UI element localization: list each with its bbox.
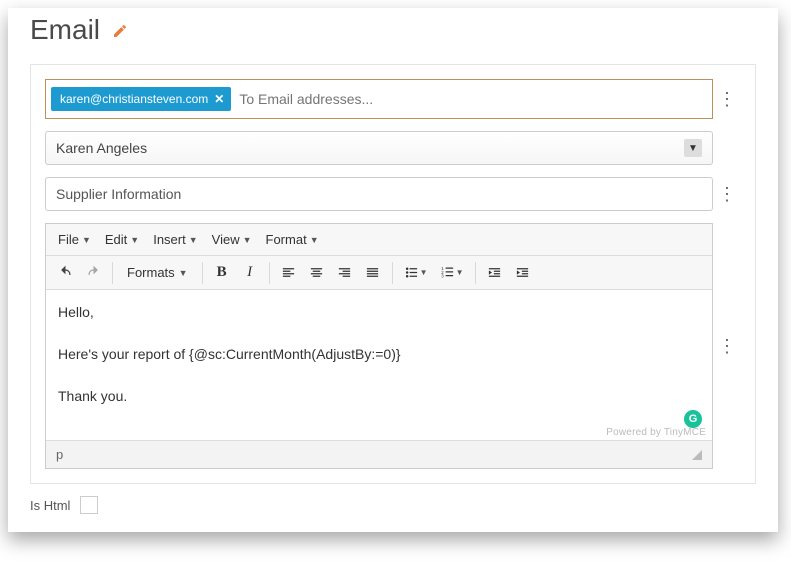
undo-icon[interactable] [52, 260, 78, 286]
indent-icon[interactable] [510, 260, 536, 286]
panel-header: Email [8, 8, 778, 64]
is-html-label: Is Html [30, 498, 70, 513]
svg-text:3: 3 [441, 274, 444, 279]
resize-handle-icon[interactable] [692, 450, 702, 460]
editor-row: File▼ Edit▼ Insert▼ View▼ Format▼ Format… [45, 223, 741, 469]
email-form: karen@christiansteven.com ✕ ⋮ Karen Ange… [30, 64, 756, 484]
bold-icon[interactable]: B [209, 260, 235, 286]
align-left-icon[interactable] [276, 260, 302, 286]
menu-format[interactable]: Format▼ [260, 228, 325, 251]
chevron-down-icon: ▼ [130, 235, 139, 245]
chevron-down-icon: ▼ [243, 235, 252, 245]
chevron-down-icon: ▼ [179, 268, 188, 278]
align-center-icon[interactable] [304, 260, 330, 286]
subject-input[interactable] [45, 177, 713, 211]
body-paragraph: Hello, [58, 304, 700, 320]
body-paragraph: Here's your report of {@sc:CurrentMonth(… [58, 346, 700, 362]
body-paragraph: Thank you. [58, 388, 700, 404]
from-select[interactable]: Karen Angeles ▼ [45, 131, 713, 165]
chevron-down-icon: ▼ [684, 139, 702, 157]
chevron-down-icon: ▼ [456, 268, 464, 277]
menu-file[interactable]: File▼ [52, 228, 97, 251]
edit-icon[interactable] [112, 23, 128, 39]
subject-row: ⋮ [45, 177, 741, 211]
powered-by-label: Powered by TinyMCE [606, 427, 706, 438]
chevron-down-icon: ▼ [82, 235, 91, 245]
from-select-value: Karen Angeles [56, 140, 147, 156]
page-title: Email [30, 14, 100, 46]
redo-icon[interactable] [80, 260, 106, 286]
to-row: karen@christiansteven.com ✕ ⋮ [45, 79, 741, 119]
recipient-chip[interactable]: karen@christiansteven.com ✕ [51, 87, 231, 111]
chevron-down-icon: ▼ [189, 235, 198, 245]
numbered-list-icon[interactable]: 123 ▼ [435, 260, 469, 286]
align-justify-icon[interactable] [360, 260, 386, 286]
align-right-icon[interactable] [332, 260, 358, 286]
editor-body[interactable]: Hello, Here's your report of {@sc:Curren… [46, 290, 712, 440]
to-email-input[interactable]: karen@christiansteven.com ✕ [45, 79, 713, 119]
bullet-list-icon[interactable]: ▼ [399, 260, 433, 286]
is-html-checkbox[interactable] [80, 496, 98, 514]
editor-row-menu-icon[interactable]: ⋮ [713, 344, 741, 348]
element-path[interactable]: p [56, 447, 63, 462]
chevron-down-icon: ▼ [310, 235, 319, 245]
formats-button[interactable]: Formats▼ [119, 261, 196, 284]
subject-row-menu-icon[interactable]: ⋮ [713, 192, 741, 196]
recipient-chip-label: karen@christiansteven.com [60, 92, 208, 106]
from-row: Karen Angeles ▼ [45, 131, 741, 165]
rich-text-editor: File▼ Edit▼ Insert▼ View▼ Format▼ Format… [45, 223, 713, 469]
grammarly-icon[interactable]: G [684, 410, 702, 428]
menu-insert[interactable]: Insert▼ [147, 228, 203, 251]
email-panel: Email karen@christiansteven.com ✕ ⋮ [8, 8, 778, 532]
to-row-menu-icon[interactable]: ⋮ [713, 97, 741, 101]
to-email-text-input[interactable] [237, 90, 707, 108]
editor-menubar: File▼ Edit▼ Insert▼ View▼ Format▼ [46, 224, 712, 256]
menu-edit[interactable]: Edit▼ [99, 228, 145, 251]
outdent-icon[interactable] [482, 260, 508, 286]
editor-statusbar: p [46, 440, 712, 468]
chevron-down-icon: ▼ [420, 268, 428, 277]
is-html-row: Is Html [30, 496, 756, 514]
editor-toolbar: Formats▼ B I [46, 256, 712, 290]
italic-icon[interactable]: I [237, 260, 263, 286]
close-icon[interactable]: ✕ [214, 92, 224, 106]
menu-view[interactable]: View▼ [206, 228, 258, 251]
